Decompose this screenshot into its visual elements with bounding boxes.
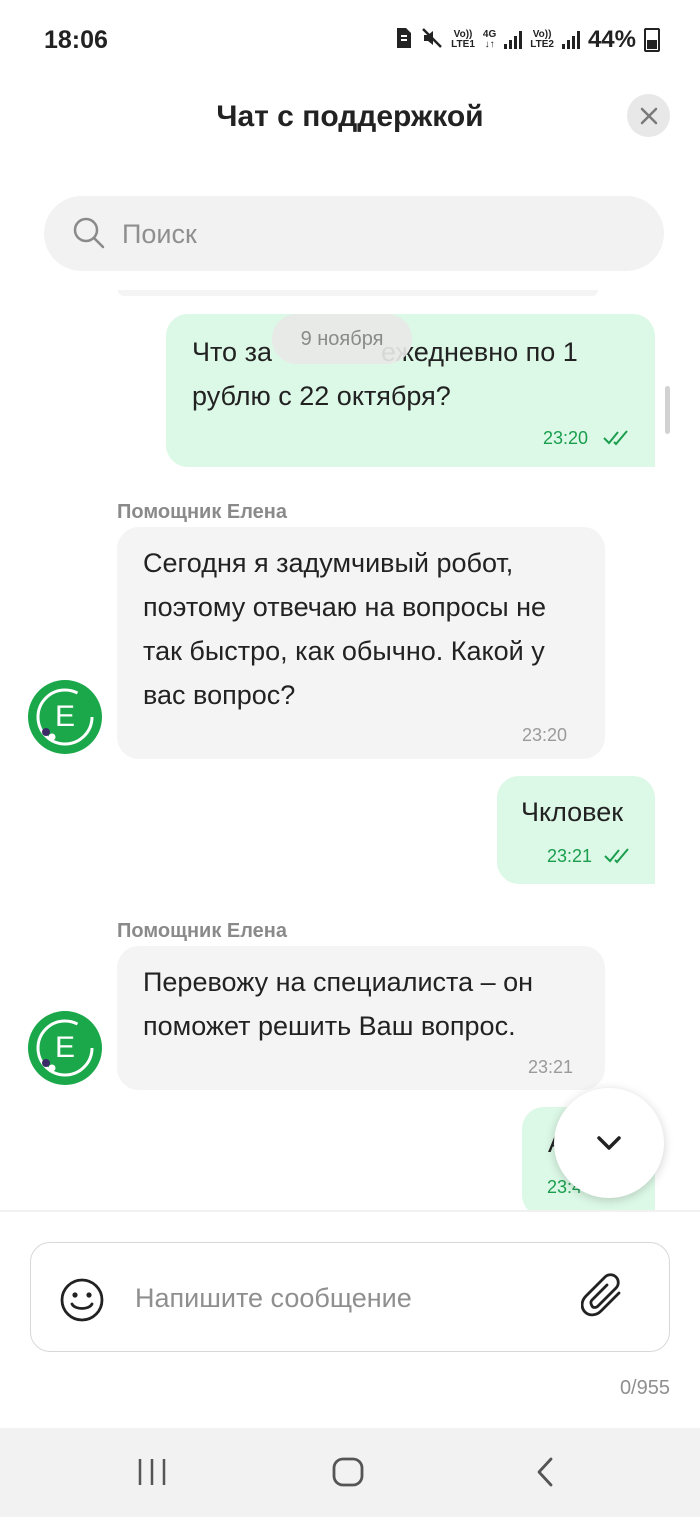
message-text: Сегодня я задумчивый робот, поэтому отве… — [143, 541, 546, 717]
message-time: 23:21 — [547, 846, 593, 866]
message-text-line2: рублю с 22 октября? — [192, 381, 451, 411]
message-line: Сегодня я задумчивый робот, — [143, 548, 514, 578]
message-input[interactable] — [133, 1243, 567, 1353]
back-icon[interactable] — [534, 1456, 556, 1488]
message-outgoing[interactable]: Чкловек 23:21 — [497, 776, 655, 884]
message-time: 23:20 — [522, 725, 568, 745]
sender-name: Помощник Елена — [117, 501, 287, 523]
message-composer[interactable] — [30, 1242, 670, 1353]
sim1-label: Vo)) LTE1 — [451, 30, 475, 50]
composer-divider — [0, 1210, 700, 1212]
double-check-icon — [604, 848, 629, 864]
status-time: 18:06 — [44, 26, 108, 54]
previous-message-edge — [118, 290, 598, 296]
scrollbar-thumb[interactable] — [665, 386, 670, 434]
message-text: Перевожу на специалиста – он поможет реш… — [143, 960, 533, 1048]
sender-name: Помощник Елена — [117, 920, 287, 942]
emoji-icon[interactable] — [59, 1277, 105, 1323]
avatar: E — [28, 680, 102, 754]
chevron-down-icon — [597, 1136, 621, 1150]
message-line: поэтому отвечаю на вопросы не — [143, 592, 547, 622]
message-line: поможет решить Ваш вопрос. — [143, 1011, 516, 1041]
double-check-icon — [603, 430, 628, 446]
chat-header: Чат с поддержкой — [0, 82, 700, 162]
battery-icon — [644, 28, 660, 52]
message-text: Чкловек — [521, 797, 624, 827]
message-line: Перевожу на специалиста – он — [143, 967, 534, 997]
recent-apps-icon[interactable] — [136, 1456, 168, 1488]
system-nav-bar — [0, 1428, 700, 1517]
network-arrows-text: ↓↑ — [484, 39, 495, 50]
home-icon[interactable] — [331, 1456, 365, 1488]
sim2-bottom-text: LTE2 — [530, 39, 554, 50]
sim2-label: Vo)) LTE2 — [530, 30, 554, 50]
search-bar[interactable] — [44, 196, 664, 273]
chat-messages[interactable]: Что за ежедневно по 1 рублю с 22 октября… — [0, 290, 700, 1210]
signal-2-icon — [561, 31, 580, 49]
sim1-bottom-text: LTE1 — [451, 39, 475, 50]
close-icon — [640, 107, 657, 124]
close-button[interactable] — [627, 94, 670, 137]
date-separator: 9 ноября — [272, 314, 412, 364]
paperclip-icon[interactable] — [581, 1273, 627, 1321]
search-icon — [73, 217, 105, 249]
avatar: E — [28, 1011, 102, 1085]
search-input[interactable] — [120, 196, 624, 273]
character-counter: 0/955 — [619, 1377, 670, 1399]
battery-percent: 44% — [587, 26, 636, 53]
message-incoming[interactable]: Перевожу на специалиста – он поможет реш… — [117, 946, 605, 1090]
message-time: 23:21 — [528, 1057, 574, 1077]
message-text-start: Что за — [192, 337, 272, 367]
sim-card-icon — [395, 27, 413, 54]
avatar-letter: E — [54, 700, 75, 733]
page-title: Чат с поддержкой — [216, 100, 484, 133]
signal-1-icon — [504, 31, 523, 49]
status-icons: Vo)) LTE1 4G ↓↑ Vo)) LTE2 44% — [395, 26, 660, 54]
message-line: так быстро, как обычно. Какой у — [143, 636, 545, 666]
status-bar: 18:06 Vo)) LTE1 4G ↓↑ Vo)) LTE2 44% — [0, 0, 700, 82]
network-label: 4G ↓↑ — [483, 30, 496, 50]
mute-icon — [421, 27, 443, 54]
message-line: вас вопрос? — [143, 680, 296, 710]
scroll-down-button[interactable] — [554, 1088, 664, 1198]
message-time: 23:20 — [543, 428, 589, 448]
message-incoming[interactable]: Сегодня я задумчивый робот, поэтому отве… — [117, 527, 605, 759]
avatar-letter: E — [54, 1031, 75, 1064]
